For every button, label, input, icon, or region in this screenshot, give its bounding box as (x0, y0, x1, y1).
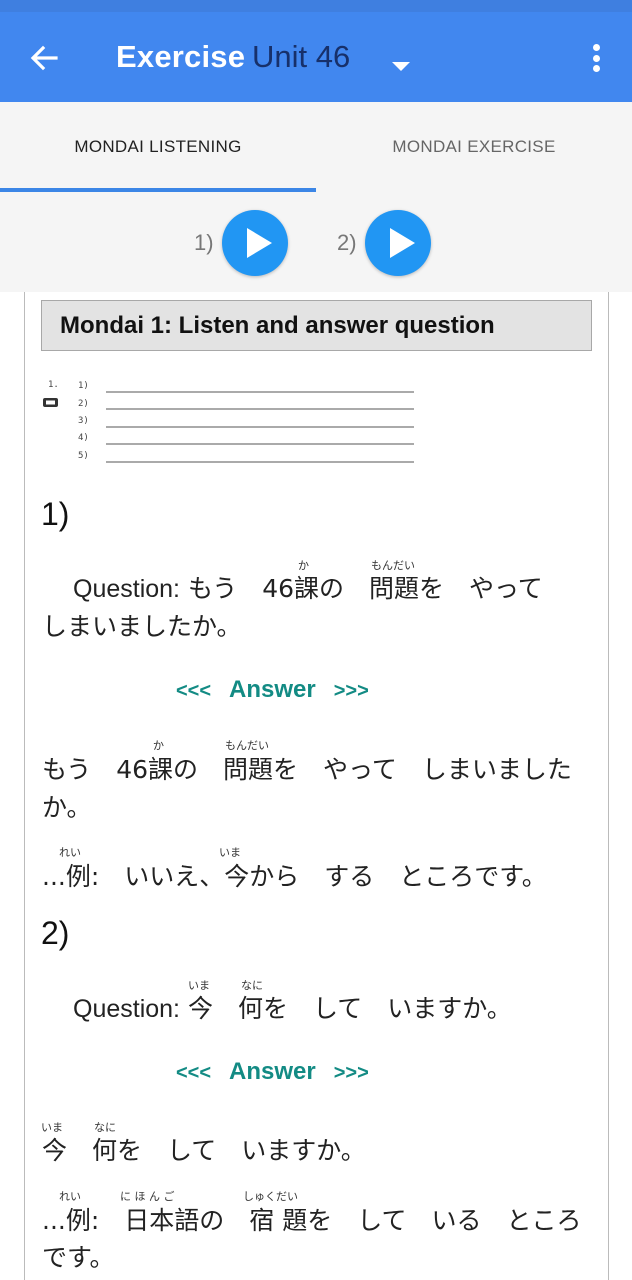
status-bar (0, 0, 632, 12)
question-label: Question: (73, 575, 181, 603)
chevron-down-icon[interactable] (392, 62, 410, 71)
answer-right-arrows: >>> (333, 1062, 369, 1084)
unit-selector-value[interactable]: Unit 46 (252, 39, 350, 75)
answer-2-line1: 今 何を して いますか。 (42, 1136, 366, 1165)
answer-toggle-1[interactable]: <<< Answer >>> (176, 676, 369, 704)
answer-1-line1: もう 46課の 問題を やって しまいました (42, 755, 572, 784)
worksheet-item-5: 5) (78, 451, 89, 461)
player-1-label: 1) (194, 230, 214, 255)
tab-mondai-listening[interactable]: MONDAI LISTENING (0, 102, 316, 192)
answer-1-line2: か。 (42, 793, 92, 822)
question-1-number: 1) (41, 496, 70, 532)
question-1-text: Question: もう 46課の 問題を やって (73, 569, 543, 605)
more-vert-icon[interactable] (588, 44, 604, 76)
play-button-1[interactable] (222, 210, 288, 276)
answer-left-arrows: <<< (176, 1062, 212, 1084)
play-button-2[interactable] (365, 210, 431, 276)
back-arrow-icon[interactable] (26, 40, 62, 76)
player-2-label: 2) (337, 230, 357, 255)
worksheet-image: 1. 1) 2) 3) 4) 5) (43, 380, 414, 463)
question-2-text: Question: 今 何を して いますか。 (73, 989, 512, 1025)
mondai-heading: Mondai 1: Listen and answer question (41, 300, 592, 351)
worksheet-section: 1. (48, 380, 59, 390)
worksheet-item-2: 2) (78, 399, 89, 409)
tab-bar: MONDAI LISTENING MONDAI EXERCISE (0, 102, 632, 192)
answer-right-arrows: >>> (333, 680, 369, 702)
answer-label: Answer (229, 1058, 316, 1085)
question-1-text-line2: しまいましたか。 (42, 612, 242, 641)
example-1: ...例: いいえ、今から する ところです。 (42, 862, 547, 891)
app-bar: Exercise Unit 46 (0, 12, 632, 102)
answer-left-arrows: <<< (176, 680, 212, 702)
question-2-body: 今 何を して いますか。 (187, 994, 512, 1023)
question-2-number: 2) (41, 915, 70, 951)
tab-mondai-exercise[interactable]: MONDAI EXERCISE (316, 102, 632, 192)
worksheet-item-4: 4) (78, 433, 89, 443)
worksheet-item-1: 1) (78, 381, 89, 391)
answer-label: Answer (229, 676, 316, 703)
question-1-body: もう 46課の 問題を やって (187, 574, 543, 603)
app-title: Exercise (116, 39, 246, 74)
example-2-line1: ...例: 日本語の 宿 題を して いる ところ (42, 1206, 582, 1235)
audio-players: 1) 2) (0, 192, 632, 292)
answer-toggle-2[interactable]: <<< Answer >>> (176, 1058, 369, 1086)
example-2-line2: です。 (42, 1243, 115, 1272)
worksheet-item-3: 3) (78, 416, 89, 426)
question-label: Question: (73, 995, 181, 1023)
